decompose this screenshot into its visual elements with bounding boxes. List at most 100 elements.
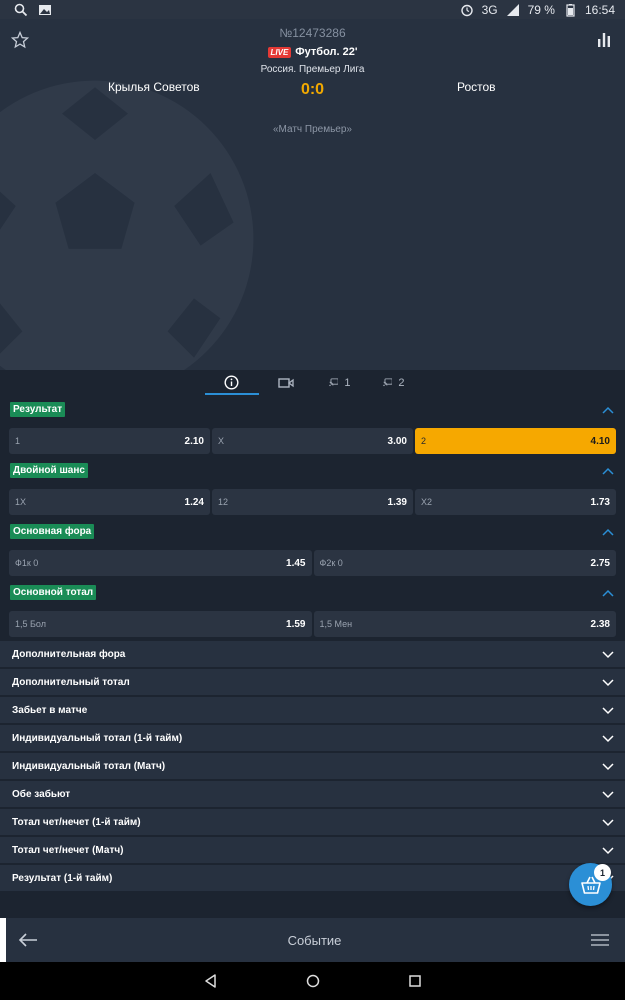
chevron-up-icon[interactable] — [601, 525, 615, 539]
tab-info[interactable] — [204, 370, 259, 395]
score: 0:0 — [300, 81, 325, 98]
odd-value: 1.59 — [286, 618, 306, 630]
chevron-down-icon — [602, 735, 614, 743]
match-id: №12473286 — [279, 26, 346, 40]
market-result: Результат 1 2.10 X 3.00 2 4.10 — [0, 397, 625, 454]
match-header: №12473286 LIVE Футбол. 22' Россия. Премь… — [0, 19, 625, 370]
market-collapsed[interactable]: Обе забьют — [0, 781, 625, 807]
chevron-down-icon — [602, 847, 614, 855]
market-header[interactable]: Двойной шанс — [0, 458, 625, 483]
odd-label: Ф2к 0 — [319, 558, 343, 568]
football-watermark-icon — [0, 80, 254, 370]
back-arrow-icon[interactable] — [18, 933, 38, 947]
market-collapsed-title: Тотал чет/нечет (Матч) — [12, 844, 124, 856]
match-subtitle: «Матч Премьер» — [273, 124, 352, 135]
tab-video[interactable] — [259, 370, 313, 395]
odd-label: 2 — [421, 436, 427, 446]
bottom-app-bar: Событие — [0, 918, 625, 962]
odds-row: 1X 1.24 12 1.39 X2 1.73 — [0, 489, 625, 515]
odd-button[interactable]: 1X 1.24 — [9, 489, 210, 515]
menu-icon[interactable] — [590, 933, 609, 947]
tab-stream-2[interactable]: 2 — [367, 370, 421, 395]
odd-button[interactable]: X 3.00 — [212, 428, 413, 454]
odds-row: Ф1к 0 1.45 Ф2к 0 2.75 — [0, 550, 625, 576]
league-name: Россия. Премьер Лига — [260, 64, 365, 75]
odd-value: 2.10 — [184, 435, 204, 447]
live-status: LIVE Футбол. 22' — [0, 46, 625, 58]
odd-button[interactable]: 12 1.39 — [212, 489, 413, 515]
tab-stream-2-label: 2 — [398, 376, 405, 389]
odd-label: 1,5 Мен — [319, 619, 353, 629]
chevron-up-icon[interactable] — [601, 586, 615, 600]
chevron-down-icon — [602, 763, 614, 771]
market-header[interactable]: Результат — [0, 397, 625, 422]
tab-stream-1[interactable]: 1 — [313, 370, 367, 395]
bottom-bar-title: Событие — [287, 932, 342, 948]
nav-home-icon[interactable] — [306, 974, 320, 988]
stream-icon — [382, 378, 393, 387]
stream-icon — [328, 378, 339, 387]
battery-icon — [566, 3, 575, 17]
odd-label: X — [218, 436, 225, 446]
odd-button-selected[interactable]: 2 4.10 — [415, 428, 616, 454]
market-collapsed-title: Индивидуальный тотал (1-й тайм) — [12, 732, 183, 744]
market-collapsed-title: Забьет в матче — [12, 704, 88, 716]
market-collapsed[interactable]: Дополнительная фора — [0, 641, 625, 667]
nav-back-icon[interactable] — [204, 974, 218, 988]
sport-time: Футбол. 22' — [295, 46, 358, 58]
live-badge: LIVE — [267, 46, 292, 58]
market-header[interactable]: Основная фора — [0, 519, 625, 544]
chevron-up-icon[interactable] — [601, 464, 615, 478]
market-title: Двойной шанс — [10, 463, 88, 478]
signal-icon — [506, 3, 519, 16]
market-collapsed-title: Дополнительная фора — [12, 648, 126, 660]
market-collapsed[interactable]: Тотал чет/нечет (Матч) — [0, 837, 625, 863]
video-icon — [277, 377, 294, 388]
odd-button[interactable]: 1 2.10 — [9, 428, 210, 454]
odd-value: 4.10 — [590, 435, 610, 447]
market-collapsed-title: Дополнительный тотал — [12, 676, 130, 688]
event-tabs: 1 2 — [0, 370, 625, 395]
chevron-up-icon[interactable] — [601, 403, 615, 417]
market-collapsed[interactable]: Дополнительный тотал — [0, 669, 625, 695]
odd-button[interactable]: Ф1к 0 1.45 — [9, 550, 312, 576]
market-main-handicap: Основная фора Ф1к 0 1.45 Ф2к 0 2.75 — [0, 519, 625, 576]
market-main-total: Основной тотал 1,5 Бол 1.59 1,5 Мен 2.38 — [0, 580, 625, 637]
battery-percent: 79 % — [527, 2, 555, 17]
market-title: Основная фора — [10, 524, 95, 539]
nav-recents-icon[interactable] — [408, 974, 422, 988]
market-collapsed-title: Индивидуальный тотал (Матч) — [12, 760, 166, 772]
odds-row: 1 2.10 X 3.00 2 4.10 — [0, 428, 625, 454]
market-collapsed-title: Результат (1-й тайм) — [12, 872, 113, 884]
odd-value: 3.00 — [387, 435, 407, 447]
left-edge-accent — [0, 918, 6, 962]
odd-value: 2.75 — [590, 557, 610, 569]
odd-label: X2 — [421, 497, 433, 507]
odd-label: 1 — [15, 436, 21, 446]
odd-button[interactable]: Ф2к 0 2.75 — [313, 550, 616, 576]
market-collapsed[interactable]: Индивидуальный тотал (Матч) — [0, 753, 625, 779]
odd-value: 1.73 — [590, 496, 610, 508]
market-collapsed[interactable]: Результат (1-й тайм) — [0, 865, 625, 891]
tab-stream-1-label: 1 — [344, 376, 351, 389]
odd-label: 1X — [15, 497, 27, 507]
alarm-icon — [460, 4, 473, 16]
odd-button[interactable]: X2 1.73 — [415, 489, 616, 515]
info-icon — [224, 375, 239, 390]
chevron-down-icon — [602, 707, 614, 715]
odd-button[interactable]: 1,5 Бол 1.59 — [9, 611, 312, 637]
gallery-icon — [39, 4, 51, 15]
market-title: Результат — [10, 402, 66, 417]
chevron-down-icon — [602, 679, 614, 687]
market-header[interactable]: Основной тотал — [0, 580, 625, 605]
market-title: Основной тотал — [10, 585, 97, 600]
market-collapsed-title: Обе забьют — [12, 788, 71, 800]
odd-button[interactable]: 1,5 Мен 2.38 — [313, 611, 616, 637]
chevron-down-icon — [602, 791, 614, 799]
market-collapsed[interactable]: Забьет в матче — [0, 697, 625, 723]
market-collapsed[interactable]: Индивидуальный тотал (1-й тайм) — [0, 725, 625, 751]
markets-list: Результат 1 2.10 X 3.00 2 4.10 Двойной шанс… — [0, 397, 625, 891]
clock: 16:54 — [584, 2, 615, 17]
market-collapsed[interactable]: Тотал чет/нечет (1-й тайм) — [0, 809, 625, 835]
odd-value: 1.45 — [286, 557, 306, 569]
